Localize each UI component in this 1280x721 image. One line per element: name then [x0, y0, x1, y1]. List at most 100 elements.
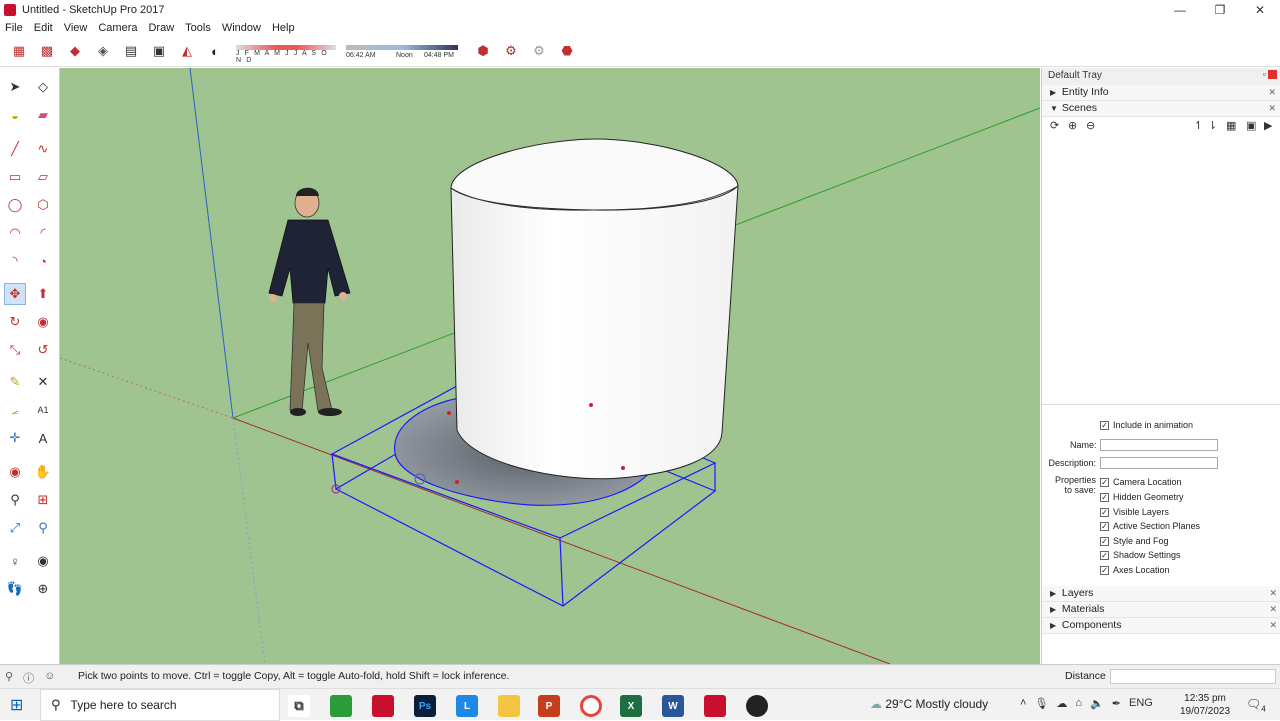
menu-help[interactable]: Help: [267, 22, 301, 34]
user-icon[interactable]: ☺: [44, 670, 55, 686]
microphone-icon[interactable]: 🎙: [1034, 697, 1048, 710]
word-icon[interactable]: W: [662, 695, 684, 717]
checkbox[interactable]: ✓: [1100, 492, 1109, 502]
tray-close-icon[interactable]: [1268, 70, 1277, 79]
taskbar-search[interactable]: ⚲ Type here to search: [40, 689, 280, 721]
layout-icon[interactable]: ▤: [120, 40, 142, 62]
panel-entity-info[interactable]: ▶ Entity Info ✕: [1042, 85, 1280, 101]
option-style-and-fog[interactable]: ✓ Style and Fog: [1100, 536, 1169, 546]
freehand-icon[interactable]: ∿: [32, 138, 54, 160]
share-model-icon[interactable]: ▩: [36, 40, 58, 62]
previous-view-icon[interactable]: ⚲: [32, 517, 54, 539]
taskbar-clock[interactable]: 12:35 pm 19/07/2023: [1180, 692, 1230, 718]
line-icon[interactable]: ╱: [4, 138, 26, 160]
option-axes-location[interactable]: ✓ Axes Location: [1100, 565, 1170, 575]
style-builder-icon[interactable]: ▣: [148, 40, 170, 62]
menu-window[interactable]: Window: [217, 22, 267, 34]
network-icon[interactable]: ⌂: [1075, 697, 1082, 710]
menu-camera[interactable]: Camera: [93, 22, 143, 34]
photo-match-icon[interactable]: ◭: [176, 40, 198, 62]
close-icon[interactable]: ✕: [1240, 0, 1280, 20]
axes-icon[interactable]: ✛: [4, 427, 26, 449]
app-green-icon[interactable]: [330, 695, 352, 717]
follow-me-icon[interactable]: ◉: [32, 311, 54, 333]
panel-close-icon[interactable]: ✕: [1268, 103, 1276, 114]
sketchup-taskbar-icon[interactable]: [372, 695, 394, 717]
restore-icon[interactable]: ❐: [1200, 0, 1240, 20]
shadow-time-slider[interactable]: 06:42 AM Noon 04:48 PM: [346, 42, 458, 60]
select-icon[interactable]: ➤: [4, 76, 26, 98]
powerpoint-icon[interactable]: P: [538, 695, 560, 717]
panel-close-icon[interactable]: ✕: [1269, 588, 1277, 599]
remove-scene-icon[interactable]: ⊖: [1086, 119, 1095, 132]
option-active-section-planes[interactable]: ✓ Active Section Planes: [1100, 521, 1200, 531]
credits-icon[interactable]: ⓘ: [23, 670, 34, 686]
panel-layers[interactable]: ▶ Layers ✕: [1042, 586, 1280, 602]
checkbox[interactable]: ✓: [1100, 550, 1109, 560]
move-scene-up-icon[interactable]: ↿: [1194, 119, 1203, 132]
checkbox[interactable]: ✓: [1100, 521, 1109, 531]
update-scene-icon[interactable]: ⟳: [1050, 119, 1059, 132]
include-animation-row[interactable]: ✓ Include in animation: [1100, 420, 1193, 430]
screen-recorder-icon[interactable]: [746, 695, 768, 717]
checkbox[interactable]: ✓: [1100, 507, 1109, 517]
option-visible-layers[interactable]: ✓ Visible Layers: [1100, 507, 1169, 517]
menu-file[interactable]: File: [0, 22, 29, 34]
move-scene-down-icon[interactable]: ⇂: [1208, 119, 1217, 132]
measurements-input[interactable]: [1110, 669, 1276, 684]
scene-canvas[interactable]: [60, 68, 1040, 664]
position-camera-icon[interactable]: ♀: [4, 550, 26, 572]
weather-widget[interactable]: ☁ 29°C Mostly cloudy: [870, 697, 988, 711]
section-plane-icon[interactable]: ⊕: [32, 578, 54, 600]
shadows-icon[interactable]: ◐: [204, 40, 226, 62]
panel-scenes[interactable]: ▼ Scenes ✕: [1042, 101, 1280, 117]
checkbox[interactable]: ✓: [1100, 536, 1109, 546]
make-component-icon[interactable]: ◇: [32, 76, 54, 98]
panel-close-icon[interactable]: ✕: [1268, 87, 1276, 98]
orbit-icon[interactable]: ◉: [4, 461, 26, 483]
ruby-icon[interactable]: ⬣: [556, 40, 578, 62]
text-icon[interactable]: A1: [32, 399, 54, 421]
rotated-rectangle-icon[interactable]: ▱: [32, 166, 54, 188]
protractor-icon[interactable]: ⦟: [4, 399, 26, 421]
show-details-icon[interactable]: ▶: [1264, 119, 1272, 132]
layout-taskbar-icon[interactable]: L: [456, 695, 478, 717]
checkbox-include-animation[interactable]: ✓: [1100, 420, 1109, 430]
scene-list[interactable]: [1042, 135, 1280, 405]
zoom-icon[interactable]: ⚲: [4, 489, 26, 511]
advanced-camera-icon[interactable]: ⚙: [528, 40, 550, 62]
checkbox[interactable]: ✓: [1100, 565, 1109, 575]
volume-icon[interactable]: 🔈: [1090, 697, 1104, 710]
scale-icon[interactable]: ⤡: [4, 339, 26, 361]
eraser-icon[interactable]: ▰: [32, 104, 54, 126]
task-view-icon[interactable]: ⧉: [288, 695, 310, 717]
menu-tools[interactable]: Tools: [180, 22, 217, 34]
components-icon[interactable]: ◈: [92, 40, 114, 62]
pan-icon[interactable]: ✋: [32, 461, 54, 483]
minimize-icon[interactable]: —: [1160, 0, 1200, 20]
polygon-icon[interactable]: ⬡: [32, 194, 54, 216]
file-explorer-icon[interactable]: [498, 695, 520, 717]
extension-warehouse-icon[interactable]: ◆: [64, 40, 86, 62]
pie-icon[interactable]: ◔: [32, 250, 54, 272]
onedrive-icon[interactable]: ☁: [1056, 697, 1067, 710]
dimension-icon[interactable]: ✕: [32, 371, 54, 393]
two-point-arc-icon[interactable]: ◜: [32, 222, 54, 244]
circle-icon[interactable]: ◯: [4, 194, 26, 216]
panel-components[interactable]: ▶ Components ✕: [1042, 618, 1280, 634]
model-viewport[interactable]: [60, 68, 1040, 664]
arc-icon[interactable]: ◠: [4, 222, 26, 244]
language-indicator[interactable]: ENG: [1129, 697, 1153, 710]
checkbox[interactable]: ✓: [1100, 477, 1109, 487]
zoom-extents-icon[interactable]: ⤢: [4, 517, 26, 539]
option-hidden-geometry[interactable]: ✓ Hidden Geometry: [1100, 492, 1184, 502]
walk-icon[interactable]: 👣: [4, 578, 26, 600]
zoom-window-icon[interactable]: ⊞: [32, 489, 54, 511]
shadow-month-slider[interactable]: J F M A M J J A S O N D: [236, 42, 336, 64]
chevron-up-icon[interactable]: ˄: [1020, 697, 1026, 710]
scene-name-input[interactable]: [1100, 439, 1218, 451]
add-scene-icon[interactable]: ⊕: [1068, 119, 1077, 132]
rotate-icon[interactable]: ↻: [4, 311, 26, 333]
sketchup-active-icon[interactable]: [704, 695, 726, 717]
menu-view[interactable]: View: [59, 22, 94, 34]
